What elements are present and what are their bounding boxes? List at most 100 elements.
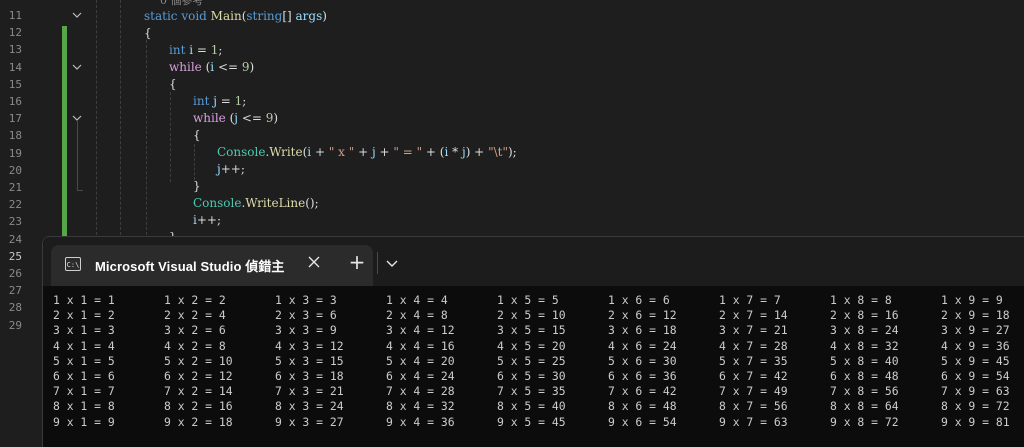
indent-guide	[194, 144, 195, 180]
indent-guide	[120, 0, 121, 240]
console-output-cell: 2 x 4 = 8	[386, 308, 448, 323]
console-output-cell: 1 x 5 = 5	[497, 293, 559, 307]
close-icon[interactable]	[306, 254, 322, 270]
console-output-cell: 5 x 3 = 15	[275, 353, 344, 368]
console-output-cell: 6 x 4 = 24	[386, 369, 455, 383]
line-number: 24	[8, 232, 22, 246]
new-tab-button[interactable]: +	[348, 252, 366, 272]
console-output-cell: 1 x 6 = 6	[608, 293, 670, 307]
code-token: )	[322, 9, 327, 23]
console-output-cell: 1 x 3 = 3	[275, 293, 337, 307]
line-number: 12	[8, 26, 22, 40]
code-line-20[interactable]: j++;	[217, 161, 245, 178]
console-output-cell: 6 x 7 = 42	[719, 369, 788, 383]
console-output-cell: 9 x 3 = 27	[275, 414, 344, 429]
code-token: =	[216, 94, 235, 108]
code-token: Console	[193, 196, 242, 210]
code-token: " x "	[328, 145, 355, 159]
console-output-cell: 8 x 3 = 24	[275, 399, 344, 414]
code-token: "\t"	[488, 145, 508, 159]
code-line-23[interactable]: i++;	[193, 212, 221, 229]
console-output-cell: 3 x 9 = 27	[941, 323, 1010, 338]
fold-line-end	[77, 190, 83, 192]
console-output-cell: 5 x 7 = 35	[719, 353, 788, 368]
code-token: + (	[422, 145, 445, 159]
code-token: ;	[218, 43, 223, 57]
console-output-cell: 8 x 9 = 72	[941, 399, 1010, 414]
console-output-cell: 9 x 7 = 63	[719, 414, 788, 429]
line-number: 28	[8, 301, 22, 315]
code-token: ();	[305, 196, 319, 210]
console-output-cell: 2 x 5 = 10	[497, 308, 566, 323]
console-output-cell: 2 x 8 = 16	[830, 308, 899, 323]
code-line-15[interactable]: {	[169, 76, 177, 93]
console-output-cell: 4 x 5 = 20	[497, 338, 566, 353]
code-token: +	[311, 145, 329, 159]
console-output-cell: 5 x 2 = 10	[164, 353, 233, 368]
console-output-cell: 9 x 8 = 72	[830, 414, 899, 429]
code-line-17[interactable]: while (j <= 9)	[193, 110, 278, 127]
code-line-14[interactable]: while (i <= 9)	[169, 59, 254, 76]
code-line-19[interactable]: Console.Write(i + " x " + j + " = " + (i…	[217, 144, 517, 161]
line-number: 29	[8, 318, 22, 332]
code-token: )	[249, 60, 255, 74]
console-output-cell: 7 x 9 = 63	[941, 384, 1010, 399]
code-token: ) +	[465, 145, 489, 159]
terminal-tab[interactable]: C:\ Microsoft Visual Studio 偵錯主	[51, 245, 373, 286]
line-number: 26	[8, 267, 22, 280]
console-output-cell: 6 x 8 = 48	[830, 369, 899, 383]
console-output-cell: 7 x 1 = 7	[53, 384, 115, 399]
code-token: int	[193, 94, 214, 108]
console-output-cell: 7 x 4 = 28	[386, 384, 455, 399]
code-line-21[interactable]: }	[193, 178, 201, 195]
fold-toggle-icon[interactable]	[72, 10, 82, 20]
console-output-cell: 7 x 3 = 21	[275, 384, 344, 399]
code-token: string	[246, 9, 283, 23]
code-line-18[interactable]: {	[193, 127, 201, 144]
console-output-cell: 4 x 1 = 4	[53, 338, 115, 353]
code-line-12[interactable]: {	[144, 25, 152, 42]
line-number: 27	[8, 284, 22, 298]
code-token: []	[282, 9, 296, 23]
code-line-13[interactable]: int i = 1;	[169, 42, 222, 59]
console-output-cell: 7 x 8 = 56	[830, 384, 899, 399]
code-token: int	[169, 43, 190, 57]
code-token: =	[193, 43, 211, 57]
tab-title: Microsoft Visual Studio 偵錯主	[95, 259, 285, 274]
console-app-icon: C:\	[65, 257, 81, 271]
indent-guide	[146, 40, 147, 240]
console-output-cell: 3 x 8 = 24	[830, 323, 899, 338]
line-number: 21	[8, 181, 22, 194]
indent-guide	[96, 0, 97, 240]
console-output-cell: 3 x 3 = 9	[275, 323, 337, 338]
change-indicator	[62, 94, 67, 239]
console-output-cell: 9 x 1 = 9	[53, 414, 115, 429]
line-number: 25	[8, 249, 22, 263]
code-token: args	[295, 9, 323, 23]
console-output-cell: 7 x 2 = 14	[164, 384, 233, 399]
console-output-cell: 1 x 2 = 2	[164, 293, 226, 307]
console-output-cell: 9 x 9 = 81	[941, 414, 1010, 429]
fold-toggle-icon[interactable]	[72, 62, 82, 72]
line-number: 13	[8, 43, 22, 57]
code-line-16[interactable]: int j = 1;	[193, 93, 246, 110]
console-output-cell: 8 x 5 = 40	[497, 399, 566, 414]
code-line-11[interactable]: static void Main(string[] args)	[144, 8, 327, 25]
code-token: static void	[144, 9, 211, 23]
console-output-cell: 9 x 6 = 54	[608, 414, 677, 429]
chevron-down-icon[interactable]	[385, 255, 399, 269]
fold-line	[77, 120, 78, 190]
code-line-22[interactable]: Console.WriteLine();	[193, 195, 319, 212]
console-output-cell: 7 x 6 = 42	[608, 384, 677, 399]
line-number: 15	[8, 77, 22, 91]
console-output-cell: 8 x 1 = 8	[53, 399, 115, 414]
indent-guide	[170, 92, 171, 182]
console-output-cell: 3 x 1 = 3	[53, 323, 115, 338]
console-output-cell: 7 x 5 = 35	[497, 384, 566, 399]
terminal-tab-bar: C:\ Microsoft Visual Studio 偵錯主 +	[43, 237, 1024, 286]
console-output-cell: 1 x 1 = 1	[53, 293, 115, 307]
console-output-cell: 2 x 3 = 6	[275, 308, 337, 323]
code-token: <=	[214, 60, 242, 74]
debug-console-window[interactable]: C:\ Microsoft Visual Studio 偵錯主 + 1 x 1 …	[42, 236, 1024, 447]
code-token: Main	[210, 9, 242, 23]
